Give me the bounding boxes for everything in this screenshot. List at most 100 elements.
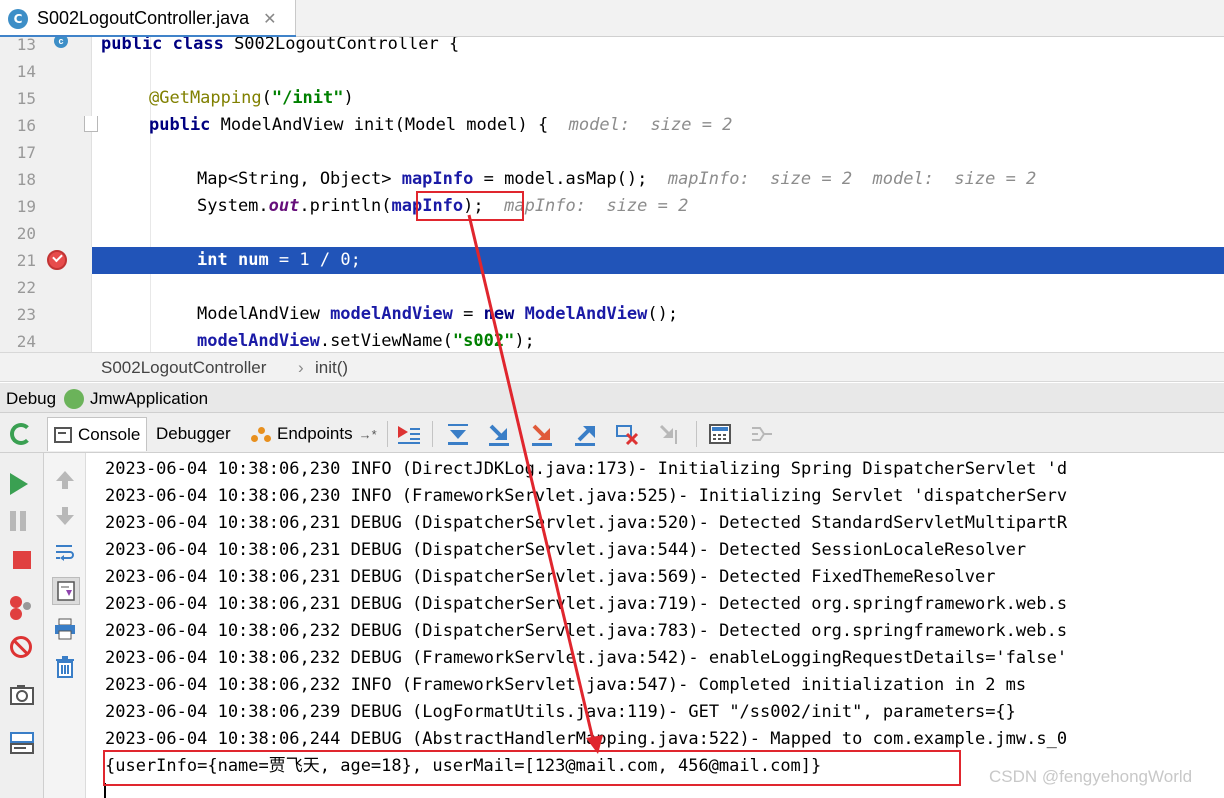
code-text: public class S002LogoutController { (101, 37, 460, 54)
evaluate-expression-icon[interactable] (708, 422, 732, 446)
debug-toolbar: Console Debugger Endpoints →* (0, 413, 1224, 453)
log-line: 2023-06-04 10:38:06,230 INFO (FrameworkS… (105, 486, 1068, 506)
drop-frame-icon[interactable] (615, 422, 639, 446)
log-line: 2023-06-04 10:38:06,244 DEBUG (AbstractH… (105, 729, 1068, 749)
code-text: modelAndView.setViewName("s002"); (197, 331, 535, 351)
tab-debugger-label: Debugger (156, 424, 231, 443)
line-number: 17 (16, 143, 36, 162)
toolbar-divider (432, 421, 433, 447)
log-line: 2023-06-04 10:38:06,232 INFO (FrameworkS… (105, 675, 1027, 695)
console-output[interactable]: 2023-06-04 10:38:06,230 INFO (DirectJDKL… (86, 453, 1224, 798)
step-over-icon[interactable] (446, 422, 470, 446)
code-line[interactable]: 14 (0, 58, 1224, 85)
run-to-cursor-icon[interactable] (657, 422, 681, 446)
code-text: ModelAndView modelAndView = new ModelAnd… (197, 304, 679, 324)
print-icon[interactable] (54, 618, 76, 640)
close-icon[interactable]: ✕ (263, 9, 276, 28)
log-line: 2023-06-04 10:38:06,231 DEBUG (Dispatche… (105, 567, 996, 587)
code-line[interactable]: 15 @GetMapping("/init") (0, 85, 1224, 112)
code-editor[interactable]: 13 c public class S002LogoutController {… (0, 37, 1224, 352)
watermark: CSDN @fengyehongWorld (989, 767, 1193, 786)
tab-label: S002LogoutController.java (37, 8, 250, 28)
mute-breakpoints-icon[interactable] (10, 636, 34, 660)
annotation-box-mapinfo (416, 191, 524, 221)
run-configuration-tab[interactable]: JmwApplication (90, 389, 208, 409)
debug-tool-window-header: Debug JmwApplication (0, 383, 1224, 413)
spring-boot-icon (64, 389, 84, 409)
code-text: Map<String, Object> mapInfo = model.asMa… (197, 169, 1037, 189)
fold-marker-icon[interactable] (84, 116, 98, 132)
inline-hint: model: size = 2 (568, 115, 733, 135)
soft-wrap-icon[interactable] (54, 541, 76, 563)
clear-all-trash-icon[interactable] (54, 656, 76, 678)
code-line[interactable]: 16 public ModelAndView init(Model model)… (0, 112, 1224, 139)
line-number: 22 (16, 278, 36, 297)
line-number: 24 (16, 332, 36, 351)
editor-tab-bar: C S002LogoutController.java ✕ (0, 0, 1224, 38)
log-line: 2023-06-04 10:38:06,232 DEBUG (Dispatche… (105, 621, 1068, 641)
breadcrumb-separator: › (298, 358, 304, 377)
tab-endpoints-label: Endpoints (277, 424, 353, 443)
console-icon (54, 426, 72, 443)
step-out-icon[interactable] (573, 422, 597, 446)
line-number: 19 (16, 197, 36, 216)
show-execution-point-icon[interactable] (396, 422, 420, 446)
rerun-icon[interactable] (10, 423, 32, 445)
line-number: 20 (16, 224, 36, 243)
tab-console[interactable]: Console (47, 417, 148, 451)
scroll-to-end-icon[interactable] (52, 577, 80, 605)
step-into-icon[interactable] (487, 422, 511, 446)
inline-hint: mapInfo: size = 2 (504, 196, 689, 216)
line-number: 21 (16, 251, 36, 270)
log-line: 2023-06-04 10:38:06,232 DEBUG (Framework… (105, 648, 1068, 668)
toolbar-divider (387, 421, 388, 447)
down-stack-trace-icon[interactable] (54, 505, 76, 527)
restore-layout-icon[interactable]: →* (359, 427, 377, 442)
endpoints-icon (251, 425, 271, 443)
breadcrumb-class[interactable]: S002LogoutController (101, 358, 266, 378)
stop-icon[interactable] (10, 548, 34, 572)
log-line: 2023-06-04 10:38:06,231 DEBUG (Dispatche… (105, 513, 1068, 533)
code-line[interactable]: 13 c public class S002LogoutController { (0, 37, 1224, 58)
tab-console-label: Console (78, 424, 141, 444)
class-marker-icon: c (54, 37, 68, 48)
code-line[interactable]: 17 (0, 139, 1224, 166)
code-line[interactable]: 24 modelAndView.setViewName("s002"); (0, 328, 1224, 352)
code-line[interactable]: 22 (0, 274, 1224, 301)
code-line[interactable]: 19 System.out.println(mapInfo); mapInfo:… (0, 193, 1224, 220)
tab-debugger[interactable]: Debugger (150, 417, 237, 451)
debug-left-toolbar (0, 453, 44, 798)
current-execution-line[interactable]: 21 int num = 1 / 0; (0, 247, 1224, 274)
resume-icon[interactable] (10, 473, 34, 497)
pause-icon[interactable] (10, 511, 34, 535)
view-breakpoints-icon[interactable] (10, 596, 34, 620)
code-text: int num = 1 / 0; (197, 250, 361, 270)
console-left-toolbar (44, 453, 86, 798)
tab-endpoints[interactable]: Endpoints →* (245, 417, 383, 451)
log-line: 2023-06-04 10:38:06,231 DEBUG (Dispatche… (105, 594, 1068, 614)
java-class-icon: C (8, 8, 28, 29)
get-thread-dump-icon[interactable] (10, 684, 34, 708)
log-line: 2023-06-04 10:38:06,230 INFO (DirectJDKL… (105, 459, 1068, 479)
line-number: 16 (16, 116, 36, 135)
line-number: 15 (16, 89, 36, 108)
layout-settings-icon[interactable] (10, 732, 34, 756)
breadcrumb: S002LogoutController › init() (0, 352, 1224, 382)
log-line: 2023-06-04 10:38:06,231 DEBUG (Dispatche… (105, 540, 1027, 560)
code-text: public ModelAndView init(Model model) { … (149, 115, 733, 135)
trace-current-stream-icon[interactable] (750, 422, 774, 446)
toolbar-divider (696, 421, 697, 447)
code-line[interactable]: 23 ModelAndView modelAndView = new Model… (0, 301, 1224, 328)
breakpoint-icon[interactable] (47, 250, 67, 270)
line-number: 23 (16, 305, 36, 324)
code-line[interactable]: 18 Map<String, Object> mapInfo = model.a… (0, 166, 1224, 193)
force-step-into-icon[interactable] (530, 422, 554, 446)
log-line: 2023-06-04 10:38:06,239 DEBUG (LogFormat… (105, 702, 1016, 722)
code-text: @GetMapping("/init") (149, 88, 354, 108)
line-number: 13 (16, 37, 36, 54)
code-line[interactable]: 20 (0, 220, 1224, 247)
breadcrumb-method[interactable]: init() (315, 358, 348, 378)
up-stack-trace-icon[interactable] (54, 469, 76, 491)
line-number: 14 (16, 62, 36, 81)
tab-s002logoutcontroller[interactable]: C S002LogoutController.java ✕ (0, 0, 296, 38)
